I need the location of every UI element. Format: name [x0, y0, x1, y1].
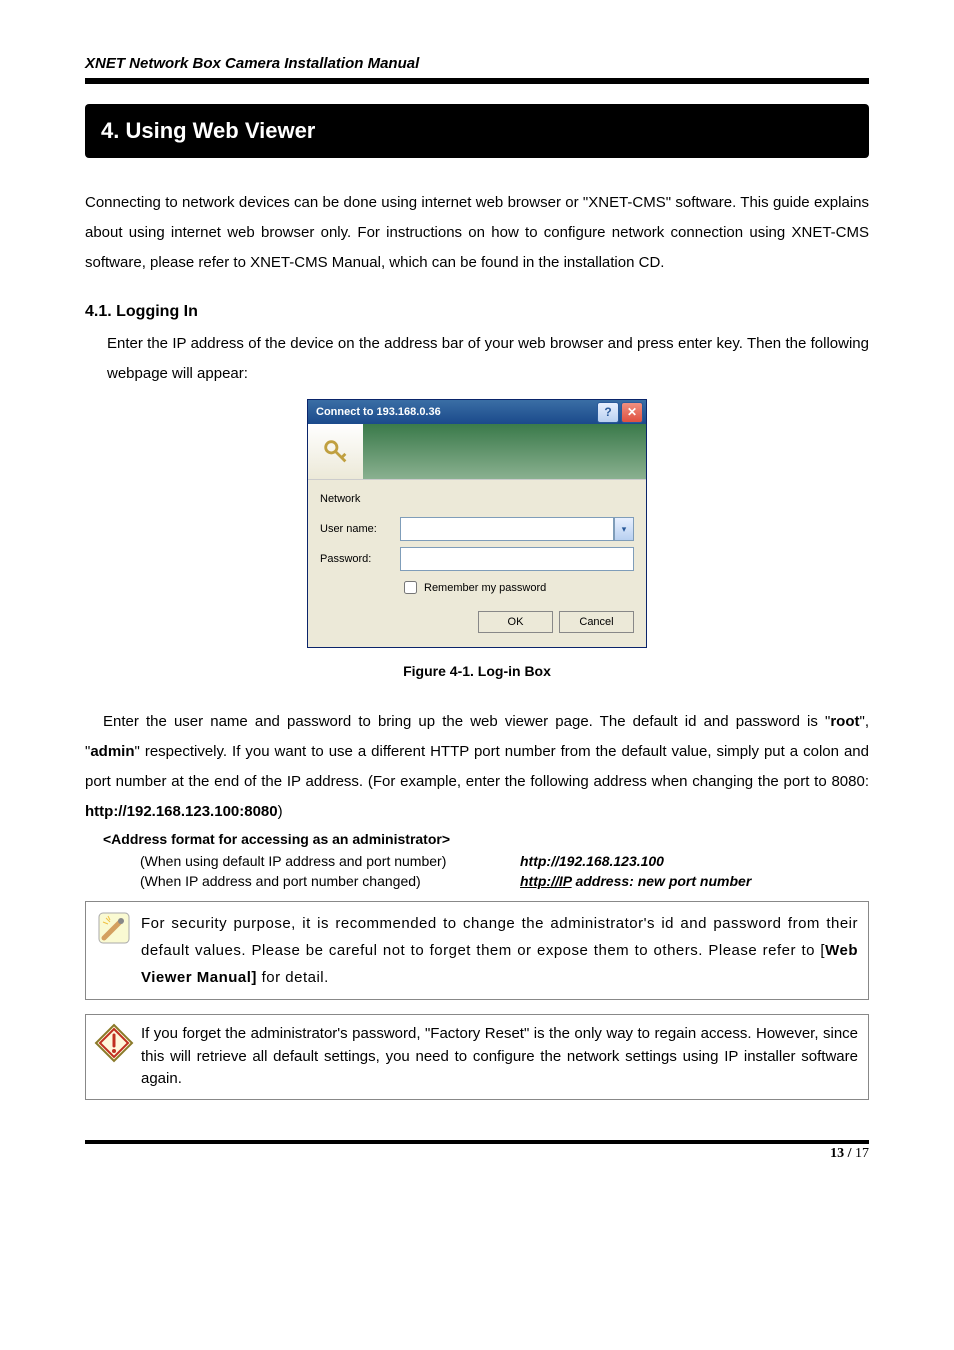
note-warning: If you forget the administrator's passwo… — [85, 1014, 869, 1100]
subheading-4-1: 4.1. Logging In — [85, 303, 869, 321]
username-dropdown-button[interactable]: ▾ — [614, 517, 634, 541]
address-row-value: http://IP address: new port number — [520, 873, 751, 889]
warning-icon — [86, 1015, 141, 1099]
sub41-text: Enter the IP address of the device on th… — [85, 329, 869, 389]
note-icon — [86, 902, 141, 999]
dialog-banner-image — [363, 424, 646, 479]
page-total: 17 — [855, 1146, 869, 1161]
address-row-changed: (When IP address and port number changed… — [140, 871, 869, 891]
section-title: 4. Using Web Viewer — [85, 104, 869, 158]
page-sep: / — [844, 1146, 855, 1161]
note-security: For security purpose, it is recommended … — [85, 901, 869, 1000]
paragraph-login-instructions: Enter the user name and password to brin… — [85, 707, 869, 827]
footer-rule — [85, 1140, 869, 1144]
login-dialog: Connect to 193.168.0.36 ? ✕ Network User… — [307, 399, 647, 648]
cancel-button[interactable]: Cancel — [559, 611, 634, 633]
username-label: User name: — [320, 523, 400, 535]
dialog-title: Connect to 193.168.0.36 — [316, 406, 441, 418]
page-footer: 13 / 17 — [85, 1146, 869, 1162]
password-input[interactable] — [400, 547, 634, 571]
ok-button[interactable]: OK — [478, 611, 553, 633]
intro-paragraph: Connecting to network devices can be don… — [85, 188, 869, 278]
key-icon — [321, 437, 351, 467]
figure-caption: Figure 4-1. Log-in Box — [85, 663, 869, 679]
help-button[interactable]: ? — [597, 402, 619, 423]
header-rule — [85, 78, 869, 84]
page-current: 13 — [830, 1146, 844, 1161]
address-row-label: (When using default IP address and port … — [140, 853, 520, 869]
network-label: Network — [320, 493, 400, 505]
address-row-default: (When using default IP address and port … — [140, 851, 869, 871]
username-input[interactable] — [400, 517, 614, 541]
address-row-label: (When IP address and port number changed… — [140, 873, 520, 889]
close-button[interactable]: ✕ — [621, 402, 643, 423]
password-label: Password: — [320, 553, 400, 565]
note-text: For security purpose, it is recommended … — [141, 902, 868, 999]
address-row-value: http://192.168.123.100 — [520, 853, 664, 869]
document-header: XNET Network Box Camera Installation Man… — [85, 55, 869, 78]
remember-password-label: Remember my password — [424, 582, 546, 594]
note-text: If you forget the administrator's passwo… — [141, 1015, 868, 1099]
dialog-titlebar: Connect to 193.168.0.36 ? ✕ — [308, 400, 646, 424]
remember-password-checkbox[interactable] — [404, 581, 417, 594]
address-format-heading: <Address format for accessing as an admi… — [103, 831, 869, 847]
